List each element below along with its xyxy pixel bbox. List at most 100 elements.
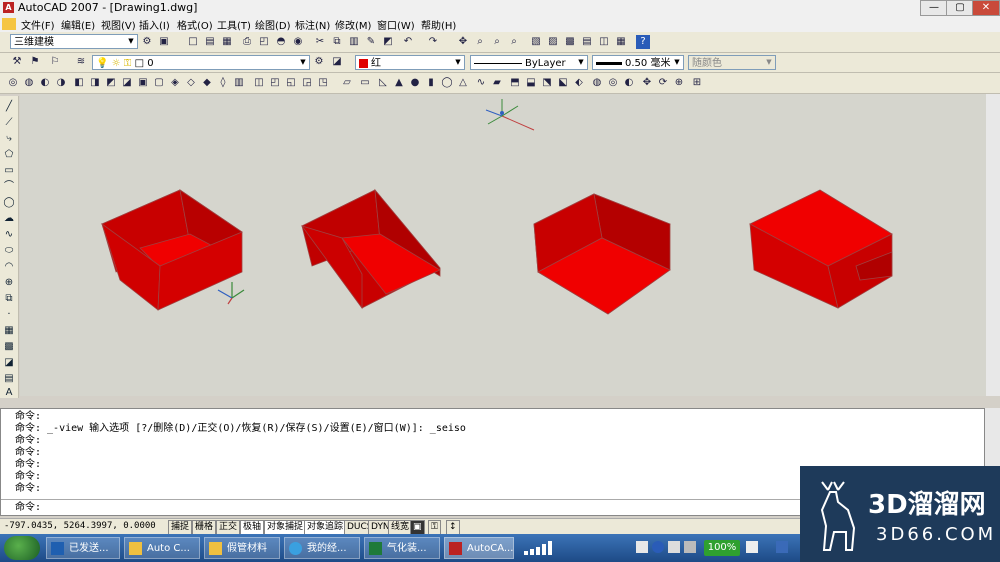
task-folder-autocad[interactable]: Auto C...: [124, 537, 200, 559]
help-tray-icon[interactable]: [652, 541, 664, 553]
undo-icon[interactable]: ↶: [401, 35, 415, 49]
3d-array-icon[interactable]: ⊞: [690, 76, 704, 90]
layer-previous-icon[interactable]: ⚑: [28, 55, 42, 69]
lineweight-toggle[interactable]: 线宽: [388, 520, 413, 535]
speaker-tray-icon[interactable]: [684, 541, 696, 553]
sphere-icon[interactable]: ●: [408, 76, 422, 90]
3d-orbit-icon[interactable]: ◎: [6, 76, 20, 90]
shield-icon[interactable]: [776, 541, 788, 553]
otrack-toggle[interactable]: 对象追踪: [304, 520, 347, 535]
3d-move-icon[interactable]: ✥: [640, 76, 654, 90]
ellipse-icon[interactable]: ⬭: [2, 244, 16, 258]
network-tray-icon[interactable]: [668, 541, 680, 553]
menu-file[interactable]: 文件(F): [18, 17, 58, 32]
start-button[interactable]: [4, 536, 40, 560]
model-icon[interactable]: ▣: [410, 520, 425, 535]
circle-icon[interactable]: ◯: [2, 196, 16, 210]
box-icon[interactable]: ▭: [358, 76, 372, 90]
properties-icon[interactable]: ▧: [529, 35, 543, 49]
menu-view[interactable]: 视图(V): [98, 17, 139, 32]
loft-icon[interactable]: ⬖: [572, 76, 586, 90]
autocad-app-icon[interactable]: A: [3, 2, 14, 13]
menu-edit[interactable]: 编辑(E): [58, 17, 98, 32]
signal-icon[interactable]: [524, 541, 554, 555]
se-iso-view-icon[interactable]: ◇: [184, 76, 198, 90]
torus-icon[interactable]: ◯: [440, 76, 454, 90]
region-icon[interactable]: ◪: [2, 356, 16, 370]
status-menu-icon[interactable]: ↕: [446, 520, 460, 535]
subtract-icon[interactable]: ◎: [606, 76, 620, 90]
gradient-icon[interactable]: ▩: [2, 340, 16, 354]
command-prompt[interactable]: 命令:: [15, 502, 41, 514]
plot-preview-icon[interactable]: ◰: [257, 35, 271, 49]
open-box-3[interactable]: [533, 193, 671, 315]
back-view-icon[interactable]: ▢: [152, 76, 166, 90]
cut-icon[interactable]: ✂: [313, 35, 327, 49]
paste-icon[interactable]: ▥: [347, 35, 361, 49]
realistic-icon[interactable]: ◲: [300, 76, 314, 90]
plot-icon[interactable]: ⎙: [240, 35, 254, 49]
hidden-icon[interactable]: ◱: [284, 76, 298, 90]
left-view-icon[interactable]: ◩: [104, 76, 118, 90]
battery-indicator[interactable]: 100%: [704, 540, 740, 556]
pan-icon[interactable]: ✥: [456, 35, 470, 49]
minimize-button[interactable]: —: [920, 0, 948, 16]
zoom-window-icon[interactable]: ⌕: [490, 35, 504, 49]
3d-wireframe-icon[interactable]: ◰: [268, 76, 282, 90]
publish-icon[interactable]: ◓: [274, 35, 288, 49]
redo-icon[interactable]: ↷: [426, 35, 440, 49]
right-view-icon[interactable]: ◪: [120, 76, 134, 90]
save-icon[interactable]: ▦: [220, 35, 234, 49]
task-outlook[interactable]: 已发送...: [46, 537, 120, 559]
hatch-icon[interactable]: ▦: [2, 324, 16, 338]
polysolid-icon[interactable]: ▱: [340, 76, 354, 90]
cone-icon[interactable]: ▲: [392, 76, 406, 90]
3d-dwf-icon[interactable]: ◉: [291, 35, 305, 49]
menu-insert[interactable]: 插入(I): [136, 17, 173, 32]
layer-manager-icon[interactable]: ⚒: [10, 55, 24, 69]
task-excel[interactable]: 气化装...: [364, 537, 440, 559]
task-browser[interactable]: 我的经...: [284, 537, 360, 559]
pyramid-icon[interactable]: △: [456, 76, 470, 90]
match-properties-icon[interactable]: ✎: [364, 35, 378, 49]
3d-orbit-continuous-icon[interactable]: ◐: [38, 76, 52, 90]
polyline-icon[interactable]: ⤷: [2, 132, 16, 146]
2d-wireframe-icon[interactable]: ◫: [252, 76, 266, 90]
snap-toggle[interactable]: 捕捉: [168, 520, 193, 535]
arc-icon[interactable]: ⌒: [2, 180, 16, 194]
menu-tools[interactable]: 工具(T): [214, 17, 254, 32]
document-icon[interactable]: [2, 18, 16, 30]
menu-draw[interactable]: 绘图(D): [252, 17, 294, 32]
tray-app-icon[interactable]: [636, 541, 648, 553]
bottom-view-icon[interactable]: ◨: [88, 76, 102, 90]
menu-help[interactable]: 帮助(H): [418, 17, 459, 32]
menu-modify[interactable]: 修改(M): [332, 17, 374, 32]
polar-toggle[interactable]: 极轴: [240, 520, 265, 535]
spline-icon[interactable]: ∿: [2, 228, 16, 242]
polygon-icon[interactable]: ⬠: [2, 148, 16, 162]
osnap-toggle[interactable]: 对象捕捉: [264, 520, 307, 535]
cylinder-icon[interactable]: ▮: [424, 76, 438, 90]
zoom-realtime-icon[interactable]: ⌕: [473, 35, 487, 49]
close-button[interactable]: ✕: [972, 0, 1000, 16]
make-block-icon[interactable]: ⧉: [2, 292, 16, 306]
workspace-select[interactable]: 三维建模 ▼: [10, 34, 138, 49]
task-folder-pipe[interactable]: 假管材料: [204, 537, 280, 559]
tool-palettes-icon[interactable]: ▩: [563, 35, 577, 49]
help-icon[interactable]: ?: [636, 35, 650, 49]
revolve-icon[interactable]: ⬕: [556, 76, 570, 90]
extrude-icon[interactable]: ⬒: [508, 76, 522, 90]
lineweight-select[interactable]: 0.50 毫米 ▼: [592, 55, 684, 70]
layer-icon[interactable]: ≋: [74, 55, 88, 69]
sheet-set-icon[interactable]: ▤: [580, 35, 594, 49]
grid-toggle[interactable]: 栅格: [192, 520, 217, 535]
menu-dimension[interactable]: 标注(N): [292, 17, 333, 32]
menu-window[interactable]: 窗口(W): [374, 17, 418, 32]
3d-rotate-icon[interactable]: ⟳: [656, 76, 670, 90]
menu-format[interactable]: 格式(O): [174, 17, 216, 32]
3d-orbit-free-icon[interactable]: ◍: [22, 76, 36, 90]
design-center-icon[interactable]: ▨: [546, 35, 560, 49]
sw-iso-view-icon[interactable]: ◈: [168, 76, 182, 90]
ne-iso-view-icon[interactable]: ◆: [200, 76, 214, 90]
presspull-icon[interactable]: ⬓: [524, 76, 538, 90]
